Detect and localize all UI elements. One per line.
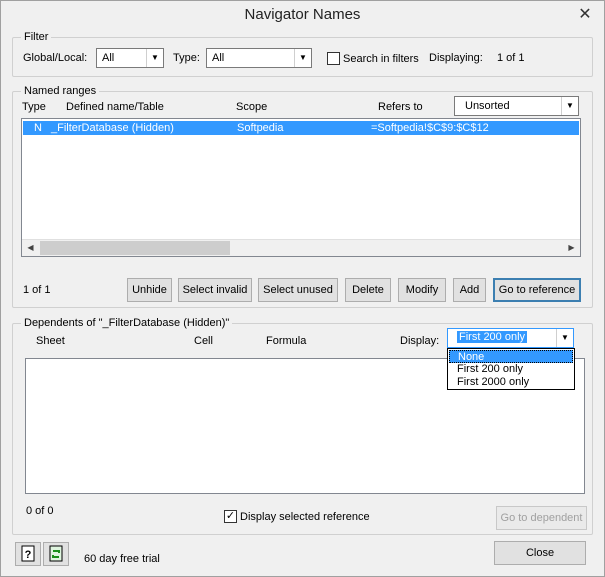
chevron-down-icon: ▼	[561, 97, 578, 115]
row-scope: Softpedia	[237, 122, 284, 134]
delete-button[interactable]: Delete	[345, 278, 391, 302]
trial-text: 60 day free trial	[84, 553, 160, 565]
go-to-reference-button[interactable]: Go to reference	[493, 278, 581, 302]
display-dropdown-list[interactable]: None First 200 only First 2000 only	[447, 348, 575, 390]
column-header-formula: Formula	[266, 335, 307, 347]
help-button[interactable]: ?	[15, 542, 41, 566]
search-in-filters-label: Search in filters	[343, 53, 419, 65]
displaying-label: Displaying:	[429, 52, 483, 64]
window-title: Navigator Names	[244, 6, 361, 23]
global-local-label: Global/Local:	[23, 52, 88, 64]
global-local-select[interactable]: All ▼	[96, 48, 164, 68]
svg-text:?: ?	[25, 549, 32, 561]
scrollbar-thumb[interactable]	[40, 241, 230, 255]
navigator-names-window: Navigator Names ✕ Filter Global/Local: A…	[0, 0, 605, 577]
select-invalid-button[interactable]: Select invalid	[178, 278, 252, 302]
refresh-icon	[49, 545, 63, 562]
type-label: Type:	[173, 52, 200, 64]
type-value: All	[212, 52, 225, 64]
dependents-count: 0 of 0	[26, 505, 54, 517]
type-select[interactable]: All ▼	[206, 48, 312, 68]
named-ranges-count: 1 of 1	[23, 284, 51, 296]
column-header-refers-to: Refers to	[378, 101, 423, 113]
named-ranges-group-label: Named ranges	[21, 85, 100, 97]
close-icon[interactable]: ✕	[574, 5, 596, 25]
scroll-left-icon[interactable]: ◀	[22, 240, 39, 256]
column-header-type: Type	[22, 101, 46, 113]
dependents-group-label: Dependents of "_FilterDatabase (Hidden)"	[21, 317, 233, 329]
sort-select[interactable]: Unsorted ▼	[454, 96, 579, 116]
chevron-down-icon: ▼	[146, 49, 163, 67]
unhide-button[interactable]: Unhide	[127, 278, 172, 302]
global-local-value: All	[102, 52, 115, 64]
title-bar: Navigator Names ✕	[1, 1, 604, 31]
close-button[interactable]: Close	[494, 541, 586, 565]
refresh-button[interactable]	[43, 542, 69, 566]
column-header-sheet: Sheet	[36, 335, 65, 347]
display-value: First 200 only	[457, 331, 528, 343]
display-option-first-2000[interactable]: First 2000 only	[449, 376, 573, 389]
row-name: _FilterDatabase (Hidden)	[51, 122, 174, 134]
scroll-right-icon[interactable]: ▶	[563, 240, 580, 256]
row-refers-to: =Softpedia!$C$9:$C$12	[371, 122, 489, 134]
display-selected-reference-label: Display selected reference	[240, 511, 370, 523]
table-row[interactable]: N _FilterDatabase (Hidden) Softpedia =So…	[23, 121, 579, 135]
column-header-cell: Cell	[194, 335, 213, 347]
named-ranges-list[interactable]: N _FilterDatabase (Hidden) Softpedia =So…	[21, 118, 581, 257]
display-option-first-200[interactable]: First 200 only	[449, 363, 573, 376]
row-type: N	[34, 122, 42, 134]
display-label: Display:	[400, 335, 440, 347]
select-unused-button[interactable]: Select unused	[258, 278, 338, 302]
add-button[interactable]: Add	[453, 278, 486, 302]
display-select[interactable]: First 200 only ▼	[447, 328, 574, 348]
search-in-filters-checkbox[interactable]	[327, 52, 340, 65]
chevron-down-icon: ▼	[556, 329, 573, 347]
display-selected-reference-checkbox[interactable]: ✓	[224, 510, 237, 523]
display-option-none[interactable]: None	[449, 350, 573, 363]
column-header-defined-name: Defined name/Table	[66, 101, 164, 113]
filter-group-label: Filter	[21, 31, 52, 43]
horizontal-scrollbar[interactable]: ◀ ▶	[22, 239, 580, 256]
displaying-value: 1 of 1	[497, 52, 525, 64]
sort-value: Unsorted	[465, 100, 510, 112]
chevron-down-icon: ▼	[294, 49, 311, 67]
column-header-scope: Scope	[236, 101, 268, 113]
modify-button[interactable]: Modify	[398, 278, 446, 302]
help-icon: ?	[21, 545, 35, 562]
go-to-dependent-button[interactable]: Go to dependent	[496, 506, 587, 530]
